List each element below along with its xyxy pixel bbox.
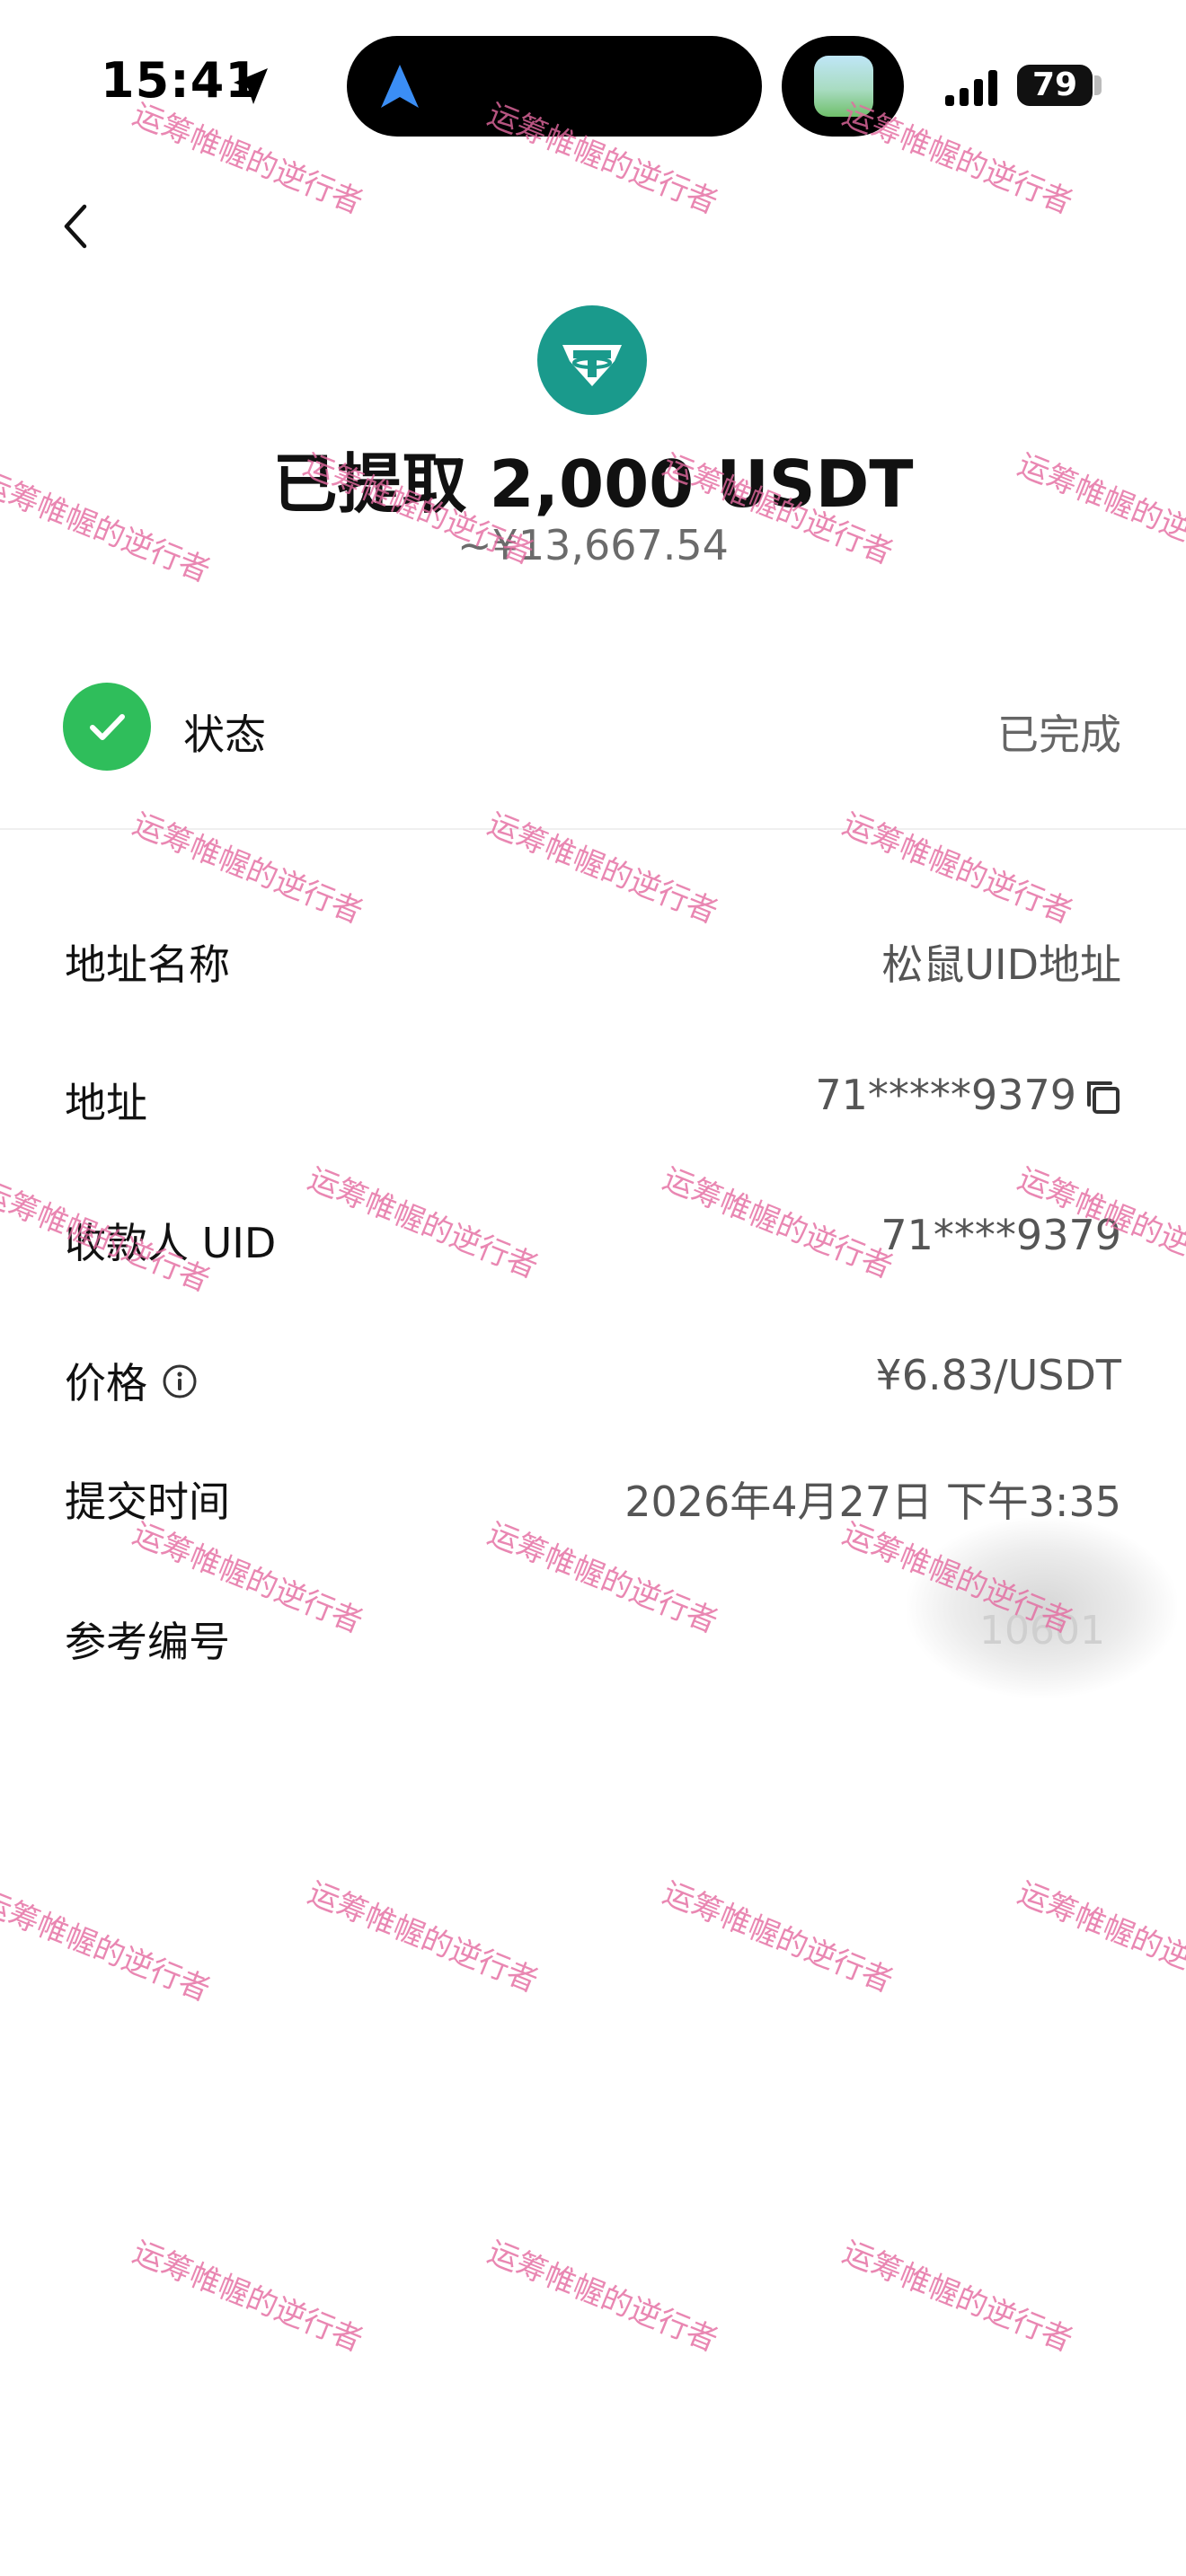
- row-address-name: 地址名称 松鼠UID地址: [0, 920, 1186, 1001]
- app-thumbnail-icon: [814, 56, 873, 117]
- status-bar: 15:41 79: [0, 0, 1186, 171]
- status-row: 状态 已完成: [0, 665, 1186, 799]
- row-price: 价格 ¥6.83/USDT: [0, 1338, 1186, 1419]
- watermark: 运筹帷幄的逆行者: [837, 806, 1078, 931]
- price-value: ¥6.83/USDT: [875, 1351, 1121, 1399]
- info-icon[interactable]: [162, 1363, 198, 1399]
- usdt-coin-icon: [537, 305, 647, 415]
- address-name-value: 松鼠UID地址: [881, 940, 1121, 989]
- watermark: 运筹帷幄的逆行者: [303, 1875, 544, 2000]
- watermark: 运筹帷幄的逆行者: [1013, 1875, 1186, 2000]
- address-name-label: 地址名称: [65, 940, 230, 989]
- fiat-amount: ~¥13,667.54: [457, 521, 729, 569]
- payee-uid-label: 收款人 UID: [65, 1219, 277, 1267]
- copy-icon[interactable]: [1084, 1078, 1121, 1116]
- watermark: 运筹帷幄的逆行者: [482, 2234, 723, 2360]
- row-payee-uid: 收款人 UID 71****9379: [0, 1198, 1186, 1279]
- watermark: 运筹帷幄的逆行者: [837, 2234, 1078, 2360]
- divider: [0, 828, 1186, 830]
- status-label: 状态: [183, 710, 266, 759]
- row-address: 地址 71*****9379: [0, 1058, 1186, 1139]
- location-arrow-icon: [234, 68, 268, 104]
- check-icon: [63, 683, 151, 771]
- navigation-arrow-icon: [381, 65, 419, 108]
- watermark: 运筹帷幄的逆行者: [128, 2234, 368, 2360]
- back-chevron-icon[interactable]: [59, 203, 95, 250]
- status-value: 已完成: [997, 710, 1121, 759]
- watermark: 运筹帷幄的逆行者: [0, 1883, 216, 2009]
- price-label: 价格: [65, 1359, 147, 1407]
- watermark: 运筹帷幄的逆行者: [128, 806, 368, 931]
- payee-uid-value: 71****9379: [881, 1211, 1121, 1259]
- submit-time-label: 提交时间: [65, 1478, 230, 1526]
- address-value: 71*****9379: [815, 1071, 1076, 1119]
- battery-cap: [1094, 75, 1102, 95]
- live-activity-pill: [782, 36, 904, 137]
- watermark: 运筹帷幄的逆行者: [482, 806, 723, 931]
- reference-no-label: 参考编号: [65, 1618, 230, 1666]
- signal-icon: [945, 70, 997, 106]
- reference-no-value: 10601: [979, 1608, 1105, 1654]
- address-label: 地址: [65, 1079, 147, 1127]
- watermark: 运筹帷幄的逆行者: [658, 1875, 898, 2000]
- page-title: 已提取 2,000 USDT: [272, 446, 914, 522]
- dynamic-island: [347, 36, 762, 137]
- battery-icon: 79: [1017, 65, 1093, 106]
